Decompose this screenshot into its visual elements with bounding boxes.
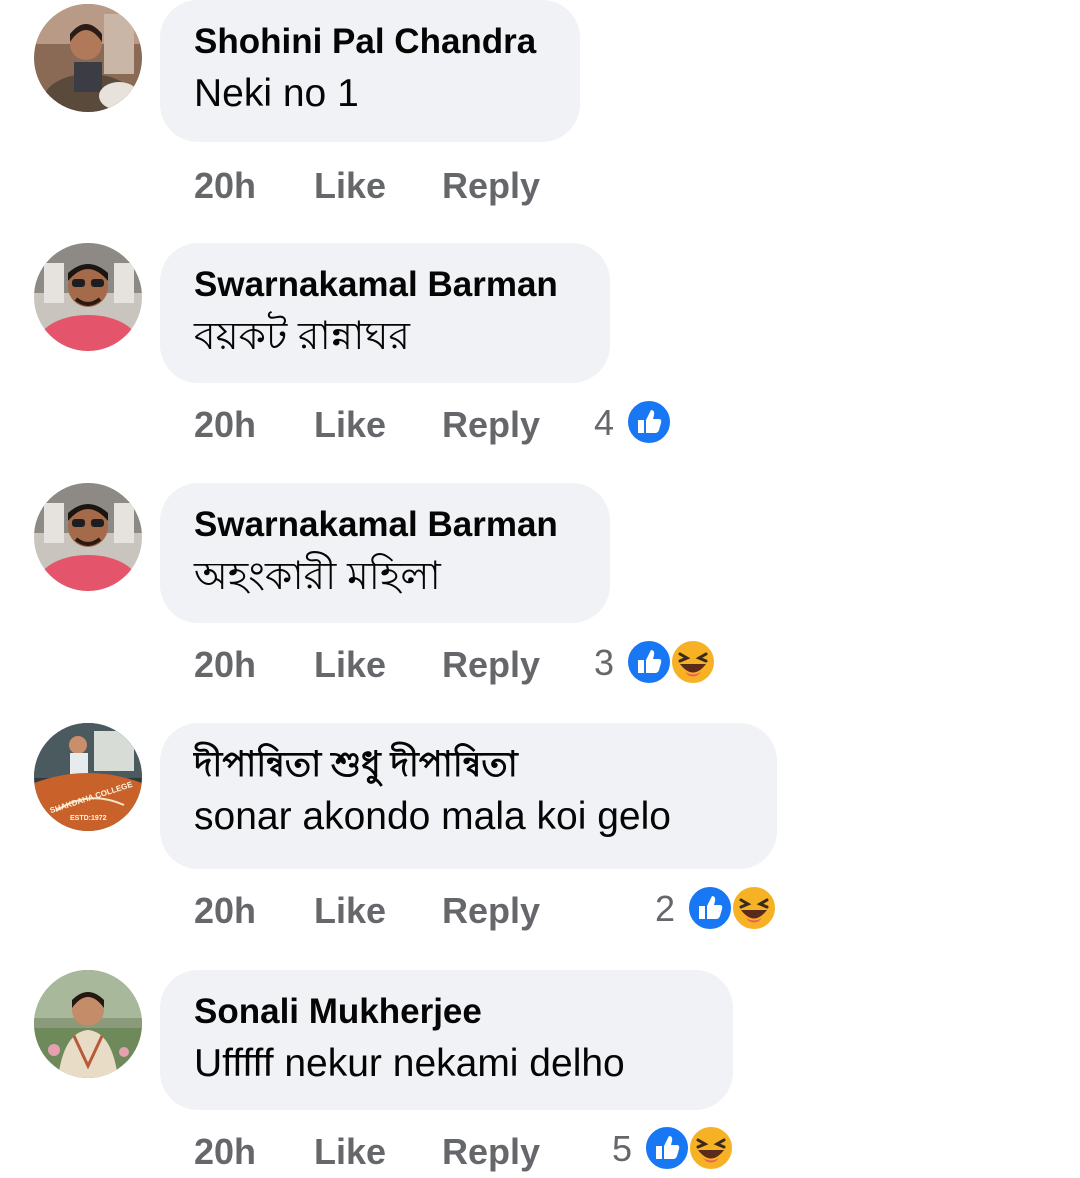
reaction-summary[interactable]: 5	[612, 1125, 736, 1173]
reaction-summary[interactable]: 2	[655, 885, 779, 933]
comment-timestamp[interactable]: 20h	[194, 889, 256, 933]
like-button[interactable]: Like	[314, 1130, 386, 1174]
like-icon	[644, 1125, 690, 1171]
comment-actions: 20h Like Reply	[194, 643, 594, 691]
avatar[interactable]	[34, 243, 142, 351]
like-button[interactable]: Like	[314, 403, 386, 447]
comment-actions: 20h Like Reply	[194, 403, 594, 451]
comment-text: Neki no 1	[194, 72, 359, 115]
comment-timestamp[interactable]: 20h	[194, 643, 256, 687]
like-button[interactable]: Like	[314, 164, 386, 208]
reply-button[interactable]: Reply	[442, 164, 540, 208]
avatar[interactable]	[34, 4, 142, 112]
comment-author[interactable]: Shohini Pal Chandra	[194, 22, 546, 62]
comment-actions: 20h Like Reply	[194, 889, 594, 937]
reaction-summary[interactable]: 3	[594, 639, 718, 687]
comment-timestamp[interactable]: 20h	[194, 1130, 256, 1174]
like-icon	[687, 885, 733, 931]
comment-author[interactable]: দীপান্বিতা শুধু দীপান্বিতা	[194, 745, 743, 785]
comment-actions: 20h Like Reply	[194, 1130, 594, 1178]
haha-icon	[688, 1125, 734, 1171]
avatar[interactable]	[34, 970, 142, 1078]
reaction-summary[interactable]: 4	[594, 399, 674, 447]
comment-text: sonar akondo mala koi gelo	[194, 795, 671, 838]
comment-bubble: Shohini Pal Chandra Neki no 1	[160, 0, 580, 142]
reply-button[interactable]: Reply	[442, 643, 540, 687]
reply-button[interactable]: Reply	[442, 889, 540, 933]
comment-author[interactable]: Sonali Mukherjee	[194, 992, 699, 1032]
comment-text: Ufffff nekur nekami delho	[194, 1042, 625, 1085]
comment-bubble: Swarnakamal Barman বয়কট রান্নাঘর	[160, 243, 610, 383]
like-icon	[626, 399, 672, 445]
comment-bubble: দীপান্বিতা শুধু দীপান্বিতা sonar akondo …	[160, 723, 777, 869]
reaction-count: 3	[594, 642, 615, 683]
comment-timestamp[interactable]: 20h	[194, 164, 256, 208]
comment-text: অহংকারী মহিলা	[194, 555, 441, 598]
like-button[interactable]: Like	[314, 889, 386, 933]
comment-author[interactable]: Swarnakamal Barman	[194, 505, 576, 545]
comment-text: বয়কট রান্নাঘর	[194, 315, 410, 358]
reply-button[interactable]: Reply	[442, 403, 540, 447]
reaction-count: 5	[612, 1128, 633, 1169]
avatar[interactable]: SHAKDAHA COLLEGE ESTD:1972	[34, 723, 142, 831]
reply-button[interactable]: Reply	[442, 1130, 540, 1174]
comment-timestamp[interactable]: 20h	[194, 403, 256, 447]
haha-icon	[731, 885, 777, 931]
avatar-badge-subtext: ESTD:1972	[70, 815, 107, 822]
comment-bubble: Sonali Mukherjee Ufffff nekur nekami del…	[160, 970, 733, 1110]
reaction-count: 2	[655, 888, 676, 929]
like-icon	[626, 639, 672, 685]
comment-author[interactable]: Swarnakamal Barman	[194, 265, 576, 305]
comment-actions: 20h Like Reply	[194, 164, 594, 212]
avatar[interactable]	[34, 483, 142, 591]
like-button[interactable]: Like	[314, 643, 386, 687]
comment-bubble: Swarnakamal Barman অহংকারী মহিলা	[160, 483, 610, 623]
reaction-count: 4	[594, 402, 615, 443]
haha-icon	[670, 639, 716, 685]
